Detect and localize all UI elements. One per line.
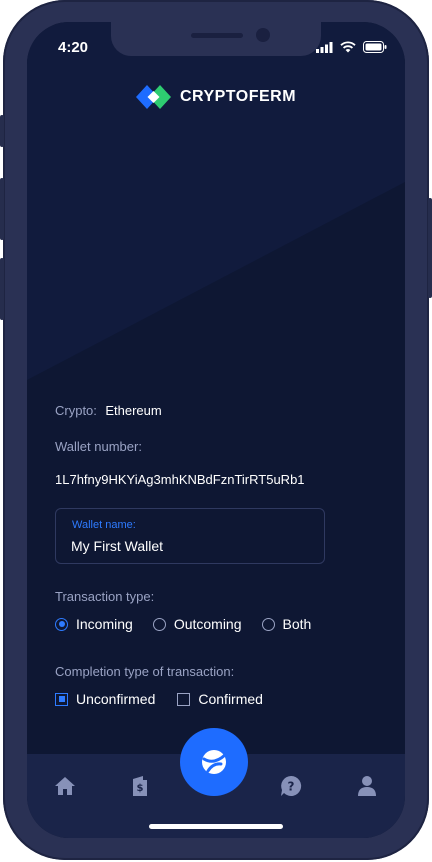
radio-label: Both [282, 616, 312, 632]
radio-both[interactable]: Both [261, 616, 312, 632]
radio-unselected-icon[interactable] [152, 617, 166, 631]
crypto-row: Crypto: Ethereum [55, 402, 162, 420]
home-indicator[interactable] [149, 824, 283, 829]
nav-home[interactable] [53, 774, 77, 798]
radio-selected-icon[interactable] [55, 617, 68, 631]
completion-type-group: Unconfirmed Confirmed [55, 691, 263, 707]
battery-icon [363, 41, 387, 53]
checkbox-checked-icon[interactable] [55, 692, 68, 706]
svg-text:?: ? [288, 780, 295, 794]
wallet-number-value: 1L7hfny9HKYiAg3mhKNBdFznTirRT5uRb1 [55, 472, 305, 487]
transaction-type-label: Transaction type: [55, 589, 155, 604]
completion-type-label: Completion type of transaction: [55, 664, 235, 679]
crypto-label: Crypto: [55, 403, 97, 418]
radio-unselected-icon[interactable] [261, 617, 275, 631]
brand-name: CRYPTOFERM [179, 88, 297, 105]
radio-label: Outcoming [173, 616, 242, 632]
phone-side-button [0, 178, 4, 240]
wallet-name-label: Wallet name: [72, 519, 136, 531]
camera [256, 28, 270, 42]
crypto-value: Ethereum [105, 403, 162, 418]
nav-wallet[interactable]: $ [128, 774, 152, 798]
checkbox-confirmed[interactable]: Confirmed [177, 691, 263, 707]
radio-outcoming[interactable]: Outcoming [152, 616, 242, 632]
status-time: 4:20 [58, 39, 89, 56]
exchange-icon [202, 750, 227, 774]
phone-side-button [0, 115, 4, 147]
checkbox-unconfirmed[interactable]: Unconfirmed [55, 691, 155, 707]
speaker [191, 33, 243, 38]
brand-logo: CRYPTOFERM [27, 84, 405, 110]
svg-text:$: $ [137, 783, 144, 794]
wallet-icon: $ [133, 776, 147, 796]
status-icons [316, 41, 387, 53]
signal-icon [316, 41, 333, 53]
phone-side-button [428, 198, 432, 298]
checkbox-unchecked-icon[interactable] [177, 692, 191, 706]
help-icon: ? [281, 775, 302, 796]
radio-incoming[interactable]: Incoming [55, 616, 133, 632]
checkbox-label: Confirmed [198, 691, 263, 707]
transaction-type-group: Incoming Outcoming Both [55, 616, 311, 632]
phone-side-button [0, 258, 4, 320]
nav-help[interactable]: ? [279, 774, 303, 798]
home-icon [55, 777, 75, 795]
profile-icon [358, 776, 376, 796]
nav-profile[interactable] [355, 774, 379, 798]
wallet-name-field[interactable]: Wallet name: [55, 508, 325, 564]
wifi-icon [340, 41, 356, 53]
radio-label: Incoming [76, 616, 133, 632]
exchange-button[interactable] [180, 728, 248, 796]
logo-mark-icon [135, 85, 171, 109]
wallet-number-label: Wallet number: [55, 439, 142, 454]
app-screen: 4:20 CRYPTOFERM Crypto: Ethereum Wallet … [27, 22, 405, 838]
wallet-name-input[interactable] [71, 538, 311, 554]
notch [111, 22, 321, 56]
background-diagonal [27, 22, 405, 380]
checkbox-label: Unconfirmed [76, 691, 156, 707]
